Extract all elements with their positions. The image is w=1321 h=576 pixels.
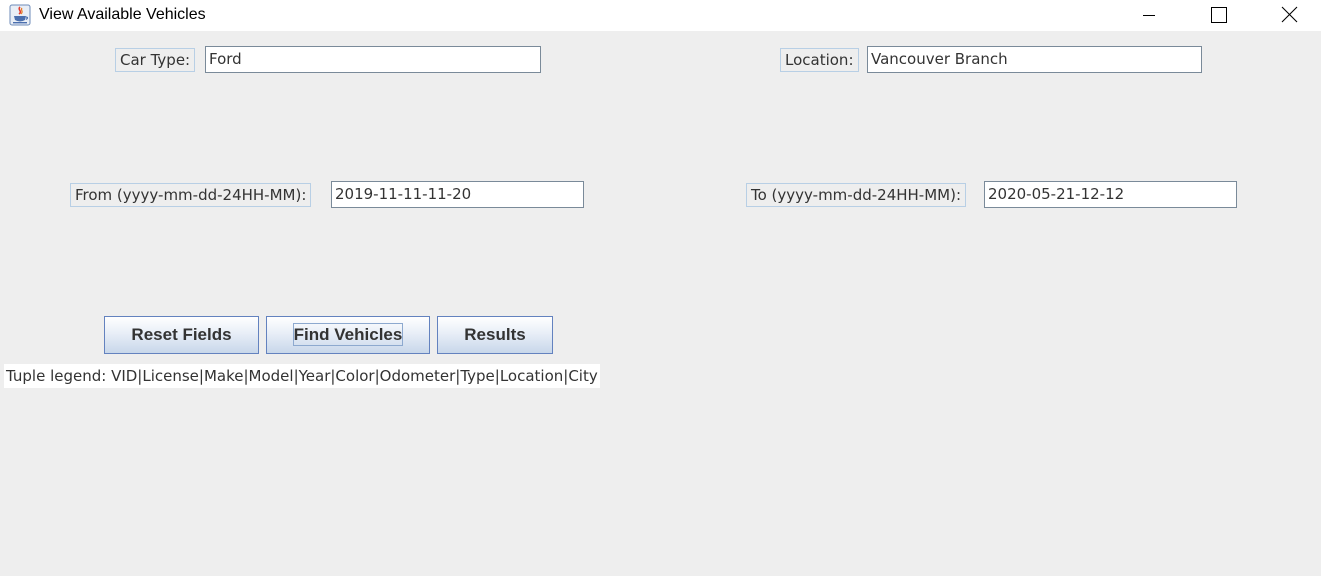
java-coffee-cup-icon [9,4,31,26]
minimize-icon [1143,15,1155,16]
title-bar[interactable]: View Available Vehicles [0,0,1321,31]
to-date-field[interactable]: 2020-05-21-12-12 [984,181,1237,208]
location-field[interactable]: Vancouver Branch [867,46,1202,73]
results-label: Results [464,325,526,344]
car-type-field[interactable]: Ford [205,46,541,73]
tuple-legend: Tuple legend: VID|License|Make|Model|Yea… [4,364,600,388]
close-button[interactable] [1266,0,1312,31]
minimize-button[interactable] [1126,0,1172,31]
maximize-button[interactable] [1195,0,1241,31]
find-vehicles-button[interactable]: Find Vehicles [266,316,430,354]
to-date-label: To (yyyy-mm-dd-24HH-MM): [746,183,967,207]
results-button[interactable]: Results [437,316,553,354]
reset-fields-label: Reset Fields [131,325,232,344]
close-icon [1281,6,1298,23]
maximize-icon [1211,7,1227,23]
from-date-field[interactable]: 2019-11-11-11-20 [331,181,584,208]
car-type-label: Car Type: [115,48,196,72]
window-title: View Available Vehicles [39,6,206,23]
from-date-label: From (yyyy-mm-dd-24HH-MM): [70,183,312,207]
content-panel [0,38,1321,576]
location-label: Location: [780,48,859,72]
find-vehicles-label: Find Vehicles [292,323,404,346]
reset-fields-button[interactable]: Reset Fields [104,316,259,354]
